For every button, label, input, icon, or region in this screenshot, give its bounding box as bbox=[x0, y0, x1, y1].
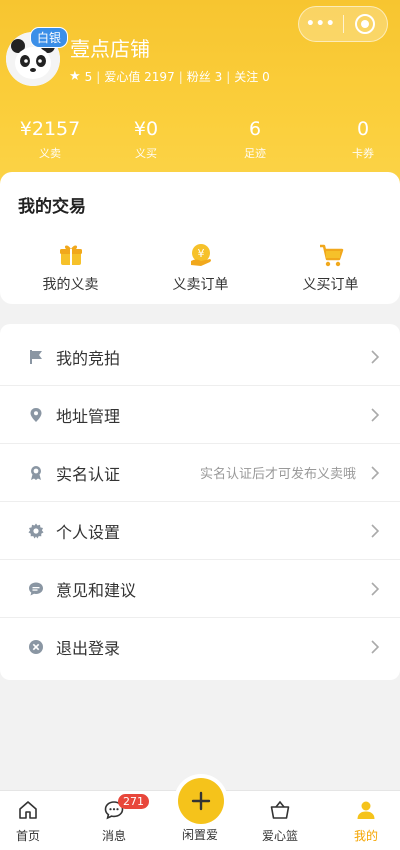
cart-icon bbox=[319, 244, 343, 267]
metric-value: ¥2157 bbox=[19, 118, 81, 140]
level-badge: 白银 bbox=[30, 27, 69, 48]
fans-count[interactable]: 粉丝 3 bbox=[187, 68, 222, 85]
trade-item-label: 义买订单 bbox=[302, 277, 359, 293]
metric-footprint[interactable]: 6 足迹 bbox=[205, 118, 305, 161]
chevron-right-icon bbox=[371, 523, 380, 538]
tab-love-basket[interactable]: 爱心篮 bbox=[240, 799, 320, 844]
plus-icon bbox=[191, 791, 211, 811]
gear-icon bbox=[28, 523, 44, 538]
menu-item-label: 地址管理 bbox=[56, 406, 121, 426]
gift-icon bbox=[59, 245, 82, 265]
chevron-right-icon bbox=[371, 581, 380, 596]
trade-item-label: 我的义卖 bbox=[42, 277, 99, 293]
tab-label: 消息 bbox=[101, 829, 126, 843]
metric-value: 6 bbox=[248, 118, 262, 140]
menu-item-label: 退出登录 bbox=[56, 639, 121, 658]
menu-item-label: 个人设置 bbox=[56, 522, 121, 542]
stats-separator: | bbox=[96, 69, 101, 84]
tab-mine[interactable]: 我的 bbox=[326, 799, 400, 844]
chevron-right-icon bbox=[371, 349, 380, 364]
svg-text:¥: ¥ bbox=[197, 247, 204, 260]
settings-menu: 我的竞拍 地址管理 实名认证 实名认证后才可发布义卖哦 个人设置 意见和建议 退… bbox=[0, 324, 400, 680]
menu-item-feedback[interactable]: 意见和建议 bbox=[0, 560, 400, 618]
close-mini-program-button[interactable] bbox=[344, 7, 388, 41]
my-sales-button[interactable]: 我的义卖 bbox=[4, 242, 137, 294]
section-title: 我的交易 bbox=[18, 197, 86, 217]
tab-label: 我的 bbox=[353, 829, 378, 843]
profile-stats: ★ 5 | 爱心值 2197 | 粉丝 3 | 关注 0 bbox=[69, 68, 270, 85]
chevron-right-icon bbox=[371, 465, 380, 480]
love-value[interactable]: 爱心值 2197 bbox=[104, 68, 174, 85]
chevron-right-icon bbox=[371, 640, 380, 654]
follow-count[interactable]: 关注 0 bbox=[234, 68, 269, 85]
chevron-right-icon bbox=[371, 407, 380, 422]
verification-hint: 实名认证后才可发布义卖哦 bbox=[199, 467, 356, 482]
metric-label: 义卖 bbox=[39, 147, 61, 160]
menu-item-auctions[interactable]: 我的竞拍 bbox=[0, 328, 400, 386]
tab-label: 首页 bbox=[15, 829, 40, 843]
trade-item-label: 义卖订单 bbox=[172, 277, 229, 293]
target-icon bbox=[355, 14, 376, 34]
menu-item-label: 实名认证 bbox=[56, 464, 121, 484]
metric-value: ¥0 bbox=[133, 118, 159, 140]
metric-label: 卡券 bbox=[352, 147, 374, 160]
my-trades-card: 我的交易 我的义卖 ¥ 义卖订单 义买订单 bbox=[0, 172, 400, 304]
flag-icon bbox=[30, 349, 42, 364]
certificate-icon bbox=[31, 465, 41, 480]
metric-label: 足迹 bbox=[244, 147, 266, 160]
sales-orders-button[interactable]: ¥ 义卖订单 bbox=[134, 242, 267, 294]
unread-badge: 271 bbox=[118, 794, 149, 809]
mini-program-capsule: ••• bbox=[298, 6, 388, 42]
menu-item-label: 我的竞拍 bbox=[56, 348, 121, 368]
chat-bubble-icon bbox=[29, 582, 43, 595]
rating-value: 5 bbox=[84, 69, 93, 84]
menu-item-settings[interactable]: 个人设置 bbox=[0, 502, 400, 560]
user-icon bbox=[357, 801, 375, 819]
stats-separator: | bbox=[226, 69, 231, 84]
tab-home[interactable]: 首页 bbox=[0, 799, 68, 844]
post-idle-item-button[interactable] bbox=[178, 778, 224, 824]
menu-item-verification[interactable]: 实名认证 实名认证后才可发布义卖哦 bbox=[0, 444, 400, 502]
metric-purchases[interactable]: ¥0 义买 bbox=[96, 118, 196, 161]
more-menu-button[interactable]: ••• bbox=[299, 7, 343, 41]
purchase-orders-button[interactable]: 义买订单 bbox=[264, 242, 397, 294]
star-icon: ★ bbox=[69, 69, 81, 84]
metric-sales[interactable]: ¥2157 义卖 bbox=[0, 118, 100, 161]
basket-icon bbox=[270, 800, 290, 819]
profile-header: ••• 白银 壹点店铺 ★ 5 | 爱心值 2197 | 粉丝 3 | 关注 0… bbox=[0, 0, 400, 200]
stats-separator: | bbox=[178, 69, 183, 84]
menu-item-address[interactable]: 地址管理 bbox=[0, 386, 400, 444]
metric-coupons[interactable]: 0 卡券 bbox=[313, 118, 400, 161]
more-dots-icon: ••• bbox=[305, 16, 336, 32]
metric-label: 义买 bbox=[135, 147, 157, 160]
location-pin-icon bbox=[30, 407, 42, 422]
metric-value: 0 bbox=[356, 118, 370, 140]
tab-label: 爱心篮 bbox=[261, 829, 298, 843]
tab-label: 闲置爱 bbox=[181, 828, 218, 842]
home-icon bbox=[19, 801, 37, 819]
menu-item-logout[interactable]: 退出登录 bbox=[0, 618, 400, 676]
shop-name: 壹点店铺 bbox=[70, 37, 150, 61]
menu-item-label: 意见和建议 bbox=[56, 580, 137, 600]
close-circle-icon bbox=[29, 640, 43, 654]
yen-bag-icon: ¥ bbox=[190, 244, 211, 266]
